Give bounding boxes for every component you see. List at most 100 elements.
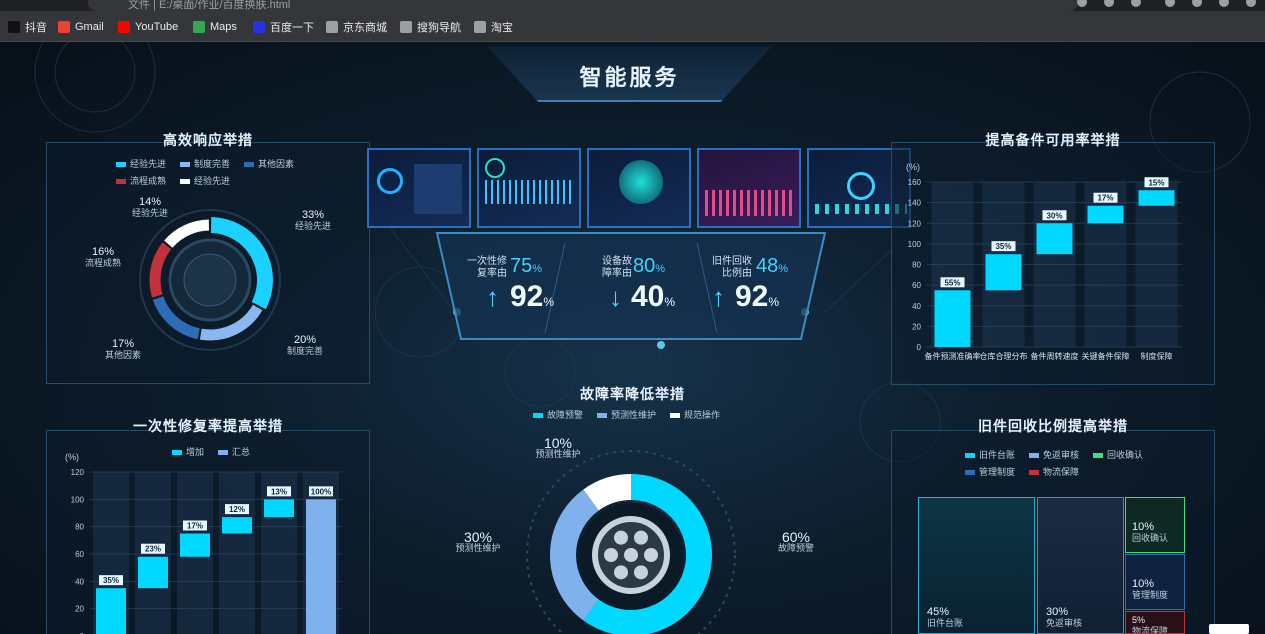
bar-value-label: 13% xyxy=(271,487,287,496)
legend-item: 经验先进 xyxy=(180,174,230,187)
bookmark-item[interactable]: 京东商城 xyxy=(326,19,387,35)
arrow-up-icon: ↑ xyxy=(712,282,725,312)
bar-value-label: 35% xyxy=(103,576,119,585)
screen-thumbnail[interactable] xyxy=(477,148,581,228)
panel-title-spare: 提高备件可用率举措 xyxy=(985,132,1121,148)
y-tick-label: 100 xyxy=(71,495,85,504)
bar-value-label: 23% xyxy=(145,545,161,554)
y-tick-label: 20 xyxy=(75,605,84,614)
donut-chart-efficient xyxy=(139,209,281,351)
bookmark-item[interactable]: 抖音 xyxy=(8,19,47,35)
bar-chart-repair: 02040608010012035%23%17%12%13%100% xyxy=(71,468,342,634)
star-icon[interactable] xyxy=(1131,0,1141,7)
slice-label: 60% 故障预警 xyxy=(777,529,814,553)
slice-label: 17% 其他因素 xyxy=(104,338,141,361)
screen-thumbnail[interactable] xyxy=(367,148,471,228)
bookmark-label: Gmail xyxy=(75,21,104,33)
donut-slice xyxy=(149,242,172,298)
bookmark-item[interactable]: YouTube xyxy=(118,19,178,35)
bar xyxy=(306,499,336,634)
bookmark-favicon-icon xyxy=(8,21,20,33)
bookmark-label: YouTube xyxy=(135,21,179,33)
x-tick-label: 仓库合理分布 xyxy=(980,351,1028,361)
arrow-up-icon: ↑ xyxy=(486,282,499,312)
profile-icon[interactable] xyxy=(1219,0,1229,7)
bookmark-item[interactable]: 百度一下 xyxy=(253,19,314,35)
sidepanel-icon[interactable] xyxy=(1192,0,1202,7)
x-tick-label: 关键备件保障 xyxy=(1082,351,1130,361)
bookmark-label: 抖音 xyxy=(25,22,47,34)
bar xyxy=(222,517,252,534)
bookmark-favicon-icon xyxy=(193,21,205,33)
bar xyxy=(180,533,210,557)
bookmark-item[interactable]: 搜狗导航 xyxy=(400,19,461,35)
bar xyxy=(96,588,126,634)
legend-item: 汇总 xyxy=(218,445,250,458)
bar-value-label: 17% xyxy=(187,522,203,531)
bookmark-favicon-icon xyxy=(474,21,486,33)
legend-item: 回收确认 xyxy=(1093,448,1143,461)
x-tick-label: 制度保障 xyxy=(1141,351,1173,361)
slice-label: 10% 预测性维护 xyxy=(535,435,581,459)
bookmark-favicon-icon xyxy=(253,21,265,33)
y-tick-label: 120 xyxy=(908,219,922,228)
x-tick-label: 备件周转速度 xyxy=(1031,351,1079,361)
y-tick-label: 60 xyxy=(912,281,921,290)
legend-fault: 故障预警 预测性维护 规范操作 xyxy=(533,408,720,421)
address-bar[interactable]: 文件 | E:/桌面/作业/百度换肤.html xyxy=(88,0,1078,11)
floating-widget-icon[interactable] xyxy=(1209,624,1249,634)
panel-title-recycle: 旧件回收比例提高举措 xyxy=(978,418,1128,434)
legend-item: 免返审核 xyxy=(1029,448,1079,461)
screen-thumbnail[interactable] xyxy=(587,148,691,228)
bar-value-label: 35% xyxy=(995,242,1011,251)
legend-item: 预测性维护 xyxy=(597,408,656,421)
search-icon[interactable] xyxy=(1077,0,1087,7)
y-tick-label: 140 xyxy=(908,199,922,208)
bar xyxy=(985,254,1022,291)
browser-tabbar: 文件 | E:/桌面/作业/百度换肤.html xyxy=(0,0,1265,11)
panel-title-fault: 故障率降低举措 xyxy=(580,386,685,402)
y-tick-label: 40 xyxy=(912,302,921,311)
share-icon[interactable] xyxy=(1104,0,1114,7)
bookmark-item[interactable]: Gmail xyxy=(58,19,104,35)
legend-item: 旧件台账 xyxy=(965,448,1015,461)
bookmark-favicon-icon xyxy=(118,21,130,33)
treemap-cell: 45% 旧件台账 xyxy=(918,497,1035,634)
bar xyxy=(138,556,168,589)
bookmark-favicon-icon xyxy=(400,21,412,33)
extensions-icon[interactable] xyxy=(1165,0,1175,7)
treemap-cell: 10% 回收确认 xyxy=(1125,497,1185,553)
bookmark-item[interactable]: 淘宝 xyxy=(474,19,513,35)
menu-icon[interactable] xyxy=(1246,0,1256,7)
bar xyxy=(934,290,971,347)
screen-thumbnail[interactable] xyxy=(697,148,801,228)
x-tick-label: 备件预测准确率 xyxy=(925,351,981,361)
panel-title-efficient: 高效响应举措 xyxy=(163,132,253,148)
bookmark-label: Maps xyxy=(210,21,237,33)
legend-efficient: 经验先进 制度完善 其他因素 流程成熟 经验先进 xyxy=(116,157,316,187)
y-tick-label: 120 xyxy=(71,468,85,477)
slice-label: 20% 制度完善 xyxy=(286,334,323,357)
slice-label: 14% 经验先进 xyxy=(131,196,168,219)
y-tick-label: 80 xyxy=(912,261,921,270)
legend-item: 管理制度 xyxy=(965,465,1015,478)
bookmark-item[interactable]: Maps xyxy=(193,19,237,35)
bar-value-label: 15% xyxy=(1148,178,1164,187)
y-tick-label: 40 xyxy=(75,577,84,586)
bar-chart-spare: 0 20 40 60 80 100 120 140 160 55% 备件预测准确率 35% 仓库合理分布… xyxy=(908,177,1182,361)
y-tick-label: 0 xyxy=(917,343,922,352)
bookmark-label: 京东商城 xyxy=(343,22,387,34)
legend-item: 物流保障 xyxy=(1029,465,1079,478)
treemap-cell: 30% 免返审核 xyxy=(1037,497,1124,634)
legend-item: 规范操作 xyxy=(670,408,720,421)
bar xyxy=(264,499,294,518)
legend-recycle: 旧件台账 免返审核 回收确认 管理制度 物流保障 xyxy=(965,448,1165,478)
slice-label: 33% 经验先进 xyxy=(294,209,331,232)
treemap-cell: 10% 管理制度 xyxy=(1125,554,1185,610)
bookmark-favicon-icon xyxy=(58,21,70,33)
dashboard: 智能服务 高效响应举措 经验先进 制度完善 其他因素 流程成熟 经验先进 33%… xyxy=(0,42,1265,634)
bar-value-label: 100% xyxy=(311,487,331,496)
legend-item: 经验先进 xyxy=(116,157,166,170)
bar xyxy=(1087,205,1124,224)
y-tick-label: 60 xyxy=(75,550,84,559)
